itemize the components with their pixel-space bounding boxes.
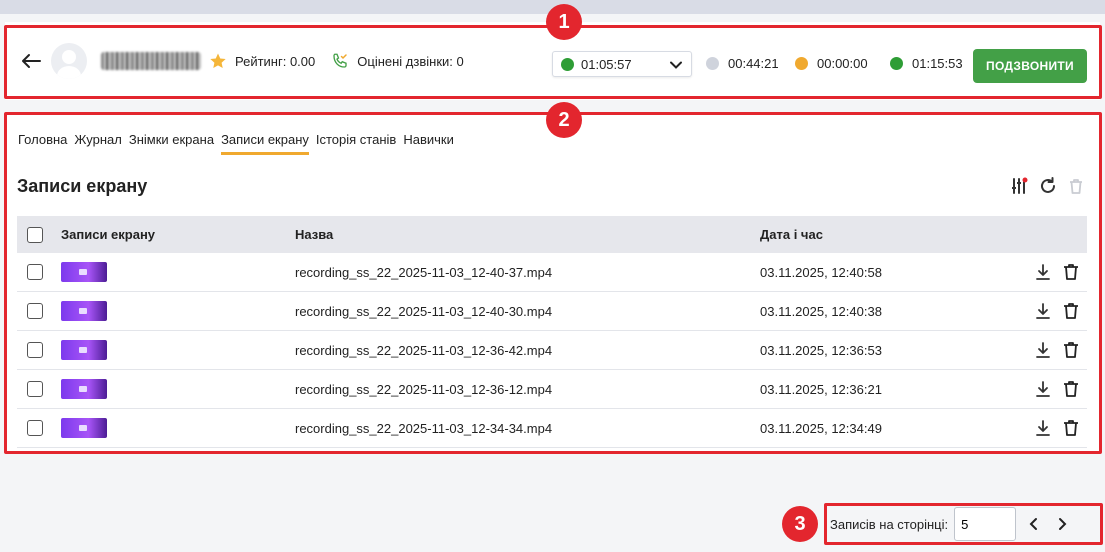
- page-title: Записи екрану: [17, 176, 148, 196]
- status-dot: [561, 57, 574, 71]
- row-checkbox[interactable]: [27, 420, 43, 436]
- stat-timer-value: 00:00:00: [817, 56, 868, 71]
- stat-timer-idle: 00:44:21: [706, 56, 779, 71]
- back-arrow-icon[interactable]: [19, 49, 43, 73]
- phone-check-icon: [333, 53, 348, 68]
- column-header: Записи екрану: [61, 227, 156, 242]
- chevron-down-icon: [670, 61, 682, 69]
- stat-timer-away: 00:00:00: [795, 56, 868, 71]
- recording-datetime: 03.11.2025, 12:36:53: [760, 342, 882, 358]
- status-dot: [706, 57, 719, 70]
- recording-name: recording_ss_22_2025-11-03_12-36-42.mp4: [295, 342, 553, 358]
- tab-skills[interactable]: Навички: [403, 132, 454, 155]
- call-button[interactable]: ПОДЗВОНИТИ: [973, 49, 1087, 83]
- pagination: Записів на сторінці:: [826, 505, 1102, 543]
- download-icon[interactable]: [1033, 418, 1053, 438]
- tab-status-history[interactable]: Історія станів: [316, 132, 396, 155]
- trash-icon[interactable]: [1061, 418, 1081, 438]
- table-row: recording_ss_22_2025-11-03_12-40-37.mp4 …: [17, 253, 1087, 292]
- recording-datetime: 03.11.2025, 12:40:38: [760, 303, 882, 319]
- tab-journal[interactable]: Журнал: [74, 132, 121, 155]
- rating-label: Рейтинг: 0.00: [235, 53, 316, 69]
- trash-icon-disabled[interactable]: [1066, 176, 1086, 196]
- row-checkbox[interactable]: [27, 303, 43, 319]
- stat-timer-value: 00:44:21: [728, 56, 779, 71]
- tab-screenshots[interactable]: Знімки екрана: [129, 132, 214, 155]
- download-icon[interactable]: [1033, 340, 1053, 360]
- column-header: Дата і час: [760, 227, 823, 242]
- column-filter-icon[interactable]: [1010, 176, 1030, 196]
- trash-icon[interactable]: [1061, 262, 1081, 282]
- annotation-badge-1: 1: [546, 4, 582, 40]
- refresh-icon[interactable]: [1038, 176, 1058, 196]
- status-timer-select[interactable]: 01:05:57: [552, 51, 692, 77]
- download-icon[interactable]: [1033, 301, 1053, 321]
- recordings-table: Записи екрану Назва Дата і час recording…: [17, 216, 1087, 448]
- table-row: recording_ss_22_2025-11-03_12-36-42.mp4 …: [17, 331, 1087, 370]
- tab-bar: Головна Журнал Знімки екрана Записи екра…: [18, 132, 461, 155]
- table-toolbar: [1002, 176, 1086, 196]
- avatar: [51, 43, 87, 79]
- annotation-badge-2: 2: [546, 102, 582, 138]
- download-icon[interactable]: [1033, 262, 1053, 282]
- agent-name-redacted: [101, 52, 201, 70]
- recording-thumbnail[interactable]: [61, 340, 107, 360]
- table-header: Записи екрану Назва Дата і час: [17, 216, 1087, 253]
- trash-icon[interactable]: [1061, 340, 1081, 360]
- row-checkbox[interactable]: [27, 381, 43, 397]
- download-icon[interactable]: [1033, 379, 1053, 399]
- row-checkbox[interactable]: [27, 264, 43, 280]
- table-row: recording_ss_22_2025-11-03_12-34-34.mp4 …: [17, 409, 1087, 448]
- recording-name: recording_ss_22_2025-11-03_12-34-34.mp4: [295, 420, 553, 436]
- select-all-checkbox[interactable]: [27, 226, 43, 243]
- status-dot: [795, 57, 808, 70]
- annotation-badge-3: 3: [782, 506, 818, 542]
- status-dot: [890, 57, 903, 70]
- tab-screen-recordings[interactable]: Записи екрану: [221, 132, 309, 155]
- trash-icon[interactable]: [1061, 379, 1081, 399]
- recording-thumbnail[interactable]: [61, 262, 107, 282]
- recording-datetime: 03.11.2025, 12:34:49: [760, 420, 882, 436]
- stat-timer-value: 01:15:53: [912, 56, 963, 71]
- stat-timer-total: 01:15:53: [890, 56, 963, 71]
- screen-recordings-panel: Головна Журнал Знімки екрана Записи екра…: [5, 112, 1100, 452]
- chevron-right-icon[interactable]: [1052, 514, 1072, 534]
- tab-home[interactable]: Головна: [18, 132, 67, 155]
- recording-thumbnail[interactable]: [61, 379, 107, 399]
- star-icon: [210, 53, 226, 69]
- recording-datetime: 03.11.2025, 12:40:58: [760, 264, 882, 280]
- table-row: recording_ss_22_2025-11-03_12-40-30.mp4 …: [17, 292, 1087, 331]
- trash-icon[interactable]: [1061, 301, 1081, 321]
- rated-calls-label: Оцінені дзвінки: 0: [357, 53, 464, 69]
- recording-thumbnail[interactable]: [61, 301, 107, 321]
- recording-name: recording_ss_22_2025-11-03_12-40-37.mp4: [295, 264, 553, 280]
- recording-name: recording_ss_22_2025-11-03_12-36-12.mp4: [295, 381, 553, 397]
- table-row: recording_ss_22_2025-11-03_12-36-12.mp4 …: [17, 370, 1087, 409]
- recording-datetime: 03.11.2025, 12:36:21: [760, 381, 882, 397]
- status-timer-value: 01:05:57: [581, 56, 632, 72]
- recording-thumbnail[interactable]: [61, 418, 107, 438]
- column-header: Назва: [295, 227, 334, 242]
- row-checkbox[interactable]: [27, 342, 43, 358]
- per-page-input[interactable]: [954, 507, 1017, 541]
- recording-name: recording_ss_22_2025-11-03_12-40-30.mp4: [295, 303, 553, 319]
- chevron-left-icon[interactable]: [1024, 514, 1044, 534]
- per-page-label: Записів на сторінці:: [830, 516, 949, 532]
